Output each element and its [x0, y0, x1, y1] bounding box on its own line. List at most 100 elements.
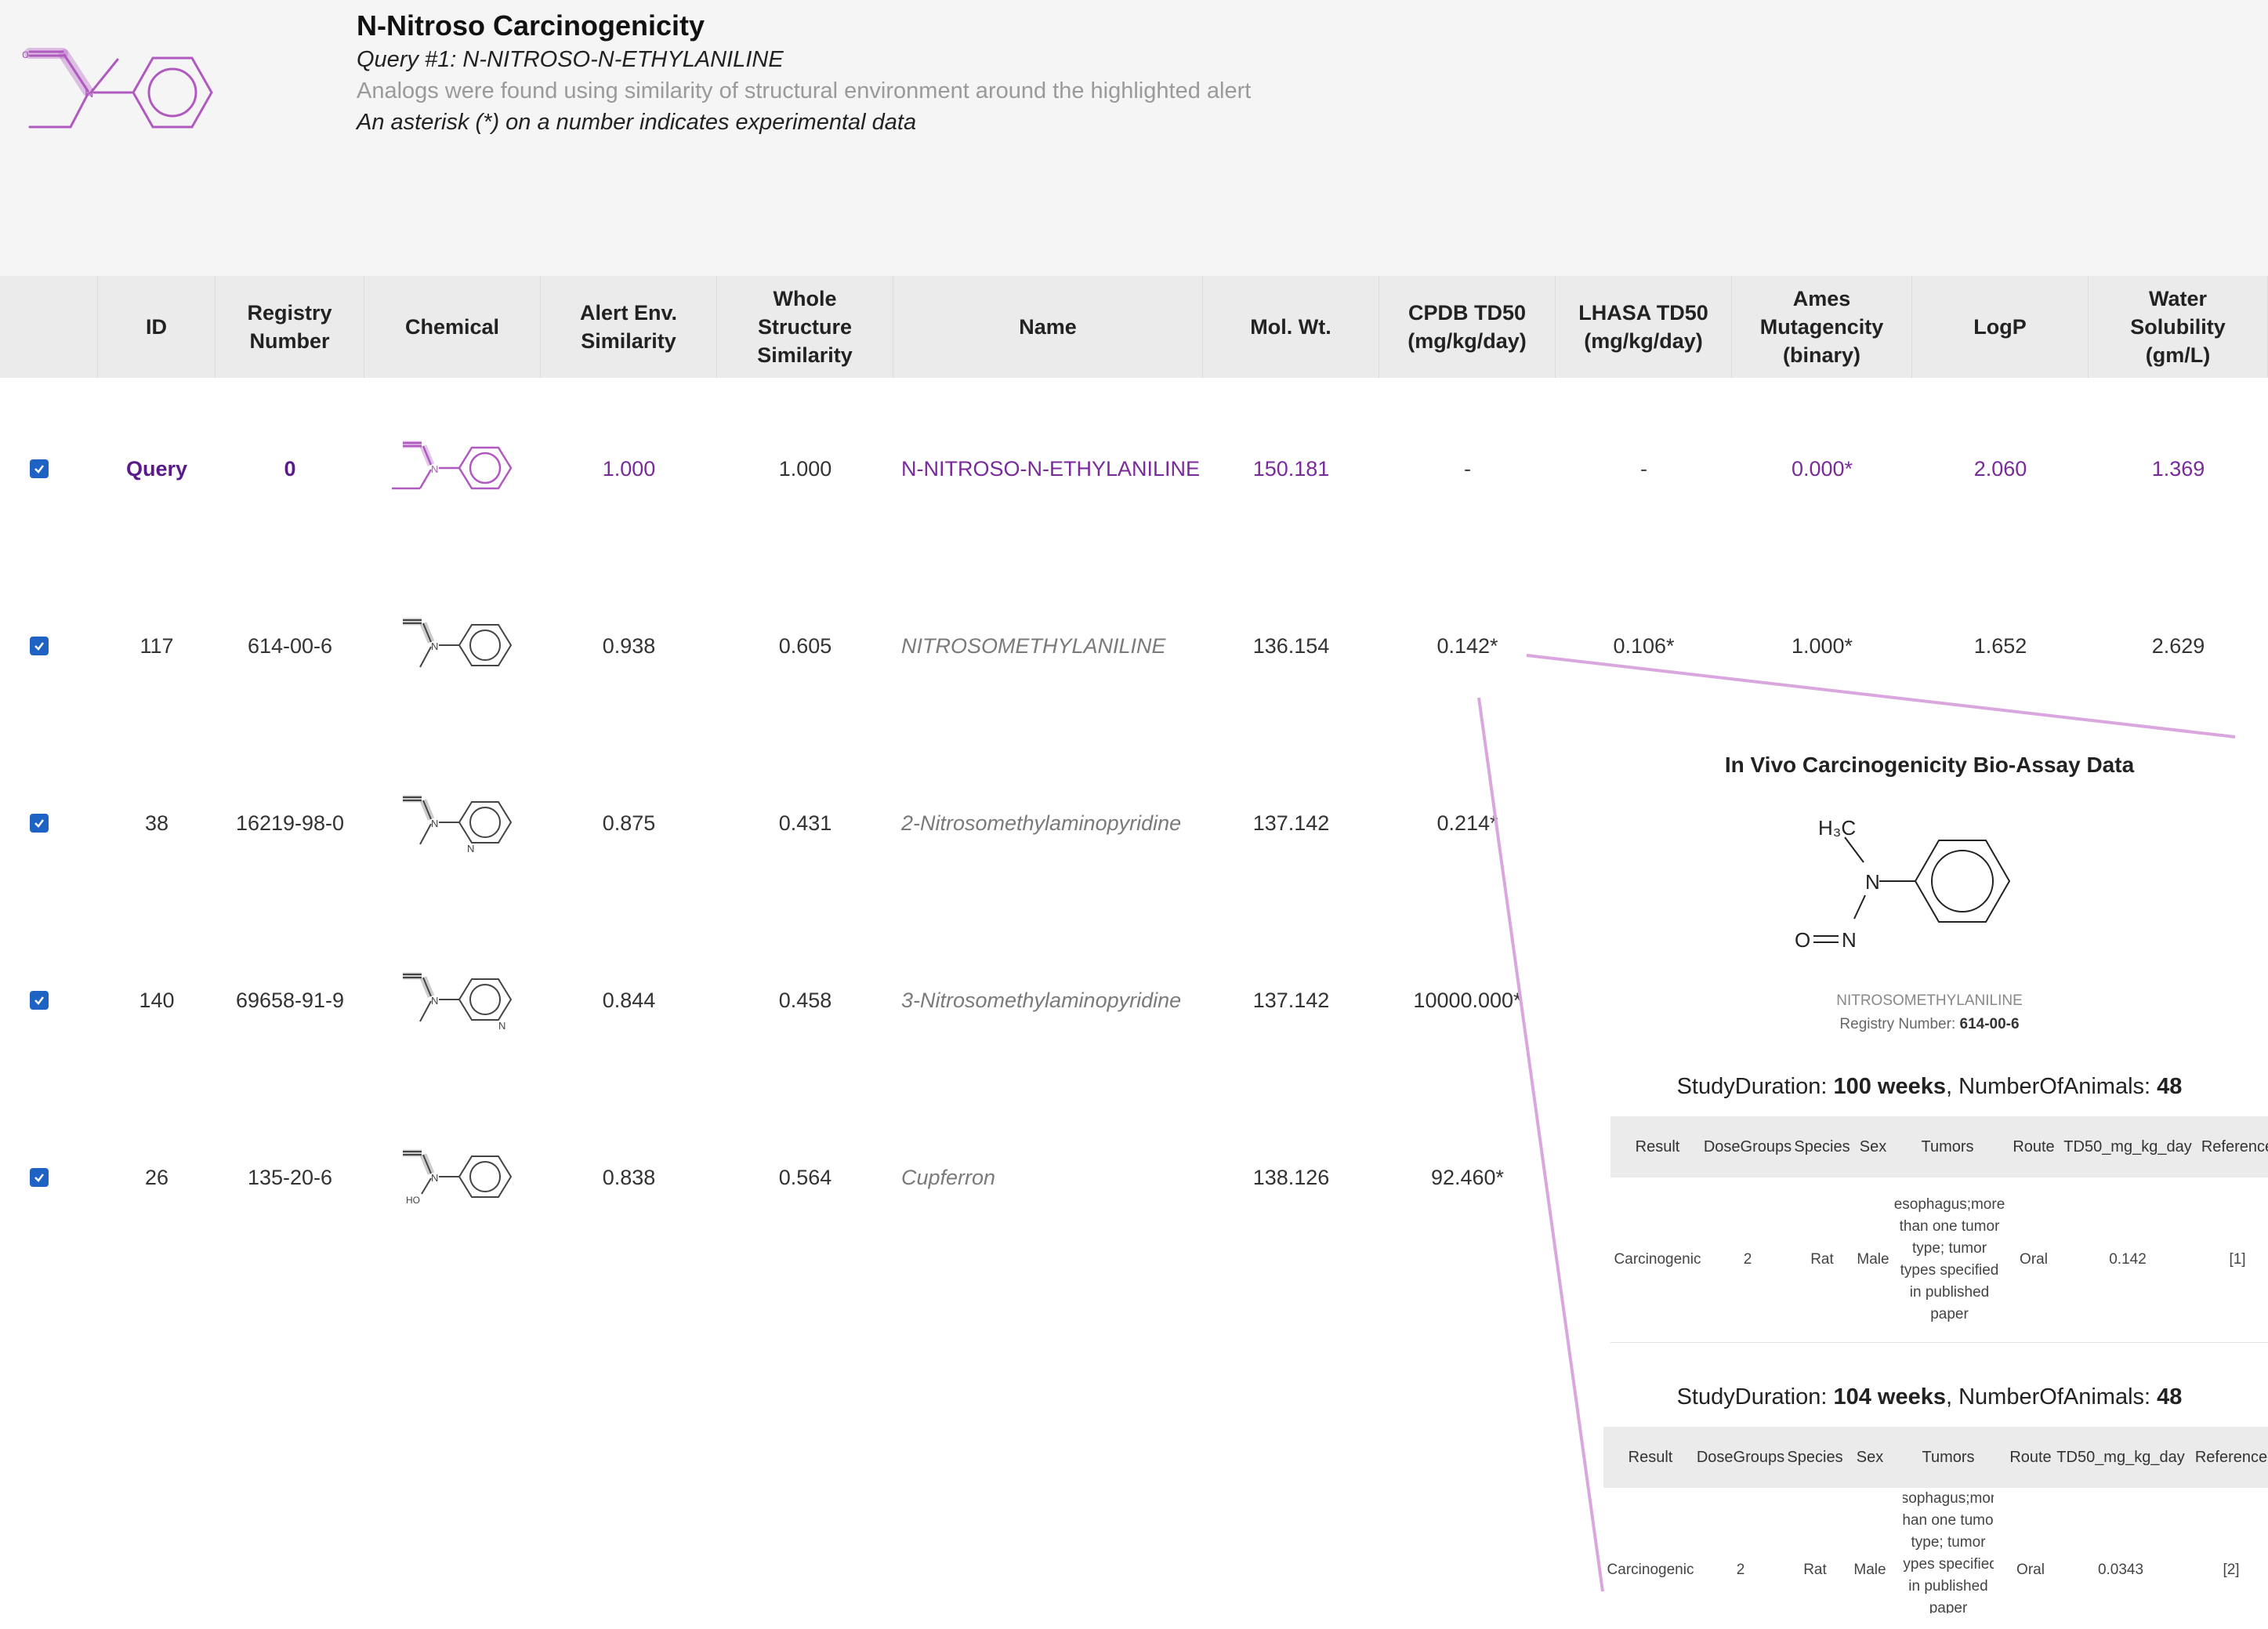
row-cpdb[interactable]: 0.214* — [1379, 735, 1556, 912]
row-structure[interactable]: N N — [364, 912, 541, 1089]
col-tumors: Tumors — [1921, 1137, 1974, 1156]
row-name-link[interactable]: N-NITROSO-N-ETHYLANILINE — [901, 380, 1203, 557]
molecule-structure-icon: N N — [402, 972, 512, 1032]
checkbox-checked-icon[interactable] — [30, 1168, 49, 1187]
header-id[interactable]: ID — [98, 276, 216, 378]
row-structure[interactable]: N HO — [364, 1089, 541, 1266]
header-cpdb-td50[interactable]: CPDB TD50 (mg/kg/day) — [1379, 276, 1556, 378]
reference-link[interactable]: [2] — [2183, 1511, 2268, 1629]
popup-mol-label: H₃C — [1818, 816, 1856, 840]
row-name-link[interactable]: Cupferron — [901, 1089, 1203, 1266]
study-heading: StudyDuration: 100 weeks, NumberOfAnimal… — [1591, 1074, 2268, 1100]
row-alert-similarity: 0.938 — [602, 633, 656, 658]
row-logp: 2.060 — [1973, 456, 2027, 481]
row-name[interactable]: NITROSOMETHYLANILINE — [901, 634, 1166, 658]
cell-species: Rat — [1803, 1562, 1827, 1578]
study-heading: StudyDuration: 104 weeks, NumberOfAnimal… — [1591, 1384, 2268, 1410]
row-logp: 1.652 — [1973, 633, 2027, 658]
cell-dose-groups: 2 — [1736, 1562, 1745, 1578]
checkbox-checked-icon[interactable] — [30, 991, 49, 1010]
header-logp[interactable]: LogP — [1912, 276, 2089, 378]
header-chemical: Chemical — [364, 276, 541, 378]
header-water-solubility[interactable]: Water Solubility (gm/L) — [2089, 276, 2268, 378]
row-structure[interactable]: N N — [364, 735, 541, 912]
row-registry: 135-20-6 — [247, 1165, 333, 1189]
row-whole-similarity: 0.458 — [778, 988, 832, 1012]
cell-result: Carcinogenic — [1614, 1251, 1701, 1268]
col-route: Route — [2009, 1448, 2052, 1466]
row-name[interactable]: 2-Nitrosomethylaminopyridine — [901, 811, 1181, 836]
row-name-link[interactable]: 3-Nitrosomethylaminopyridine — [901, 912, 1203, 1089]
row-cpdb[interactable]: 10000.000* — [1379, 912, 1556, 1089]
molecule-structure-icon: N — [402, 618, 512, 668]
header-ames[interactable]: Ames Mutagencity (binary) — [1732, 276, 1912, 378]
checkbox-checked-icon[interactable] — [30, 637, 49, 655]
row-whole-similarity: 0.605 — [778, 633, 832, 658]
row-alert-similarity: 0.844 — [602, 988, 656, 1012]
study-table-row: Carcinogenic 2 Rat Male esophagus;more t… — [1603, 1488, 2268, 1613]
col-result: Result — [1628, 1448, 1673, 1466]
cell-route: Oral — [2020, 1251, 2048, 1268]
analogs-note: Analogs were found using similarity of s… — [357, 78, 1252, 103]
checkbox-checked-icon[interactable] — [30, 814, 49, 833]
row-structure[interactable]: N — [364, 557, 541, 735]
row-registry: 614-00-6 — [247, 633, 333, 658]
popup-structure-icon: H₃C N O N — [1795, 816, 2011, 952]
row-solubility: 2.629 — [2151, 633, 2205, 658]
header-whole-similarity[interactable]: Whole Structure Similarity — [717, 276, 893, 378]
row-cpdb[interactable]: 0.142* — [1379, 557, 1556, 735]
popup-mol-label: N — [1842, 928, 1857, 952]
row-id: Query — [125, 456, 188, 481]
row-mol-wt: 150.181 — [1252, 456, 1330, 481]
row-id: 26 — [144, 1165, 169, 1189]
row-registry: 0 — [284, 456, 296, 481]
svg-text:HO: HO — [406, 1195, 420, 1206]
row-structure[interactable]: N — [364, 380, 541, 557]
header-mol-wt[interactable]: Mol. Wt. — [1203, 276, 1379, 378]
table-row[interactable]: 117 614-00-6 N 0.938 0.605 NITROSOMETHYL… — [0, 557, 2268, 735]
popup-registry: Registry Number: 614-00-6 — [1591, 1016, 2268, 1033]
study-animals-label: , NumberOfAnimals: — [1946, 1384, 2151, 1410]
row-checkbox[interactable] — [0, 557, 78, 735]
row-name-link[interactable]: NITROSOMETHYLANILINE — [901, 557, 1203, 735]
col-result: Result — [1635, 1137, 1680, 1156]
row-whole-similarity: 0.431 — [778, 811, 832, 835]
cell-tumors: esophagus;more than one tumor type; tumo… — [1893, 1196, 2005, 1322]
cell-sex: Male — [1857, 1251, 1889, 1268]
cell-td50: 0.142 — [2109, 1251, 2147, 1268]
row-registry: 69658-91-9 — [235, 988, 345, 1012]
header-lhasa-td50[interactable]: LHASA TD50 (mg/kg/day) — [1556, 276, 1732, 378]
row-name-link[interactable]: 2-Nitrosomethylaminopyridine — [901, 735, 1203, 912]
row-alert-similarity: 1.000 — [602, 456, 656, 481]
row-name[interactable]: 3-Nitrosomethylaminopyridine — [901, 989, 1181, 1013]
col-tumors: Tumors — [1922, 1448, 1975, 1466]
row-checkbox[interactable] — [0, 735, 78, 912]
popup-mol-label: O — [1795, 928, 1810, 952]
svg-text:o: o — [22, 48, 29, 61]
reference-link[interactable]: [1] — [2190, 1177, 2268, 1342]
popup-chemical-name: NITROSOMETHYLANILINE — [1836, 992, 2023, 1009]
study-table-row: Carcinogenic 2 Rat Male esophagus;more t… — [1610, 1177, 2268, 1343]
row-mol-wt: 137.142 — [1252, 811, 1330, 835]
row-name[interactable]: Cupferron — [901, 1166, 995, 1190]
row-mol-wt: 136.154 — [1252, 633, 1330, 658]
header-name[interactable]: Name — [893, 276, 1203, 378]
header-alert-similarity[interactable]: Alert Env. Similarity — [541, 276, 717, 378]
row-alert-similarity: 0.875 — [602, 811, 656, 835]
row-cpdb[interactable]: 92.460* — [1379, 1089, 1556, 1266]
row-name[interactable]: N-NITROSO-N-ETHYLANILINE — [901, 457, 1200, 481]
checkbox-checked-icon[interactable] — [30, 459, 49, 478]
bioassay-popup[interactable]: In Vivo Carcinogenicity Bio-Assay Data H… — [1591, 737, 2268, 1613]
row-checkbox[interactable] — [0, 912, 78, 1089]
query-structure-icon: o N — [22, 48, 213, 129]
header-registry[interactable]: Registry Number — [216, 276, 364, 378]
popup-mol-label: N — [1865, 870, 1880, 894]
row-checkbox[interactable] — [0, 380, 78, 557]
col-species: Species — [1794, 1137, 1850, 1156]
row-checkbox[interactable] — [0, 1089, 78, 1266]
table-row[interactable]: Query 0 N 1.000 1.000 N-NITROSO-N-ETHYLA… — [0, 380, 2268, 557]
svg-text:N: N — [431, 995, 438, 1007]
query-line: Query #1: N-NITROSO-N-ETHYLANILINE — [357, 47, 784, 72]
cell-route: Oral — [2016, 1562, 2045, 1578]
row-lhasa: 0.106* — [1613, 633, 1675, 658]
